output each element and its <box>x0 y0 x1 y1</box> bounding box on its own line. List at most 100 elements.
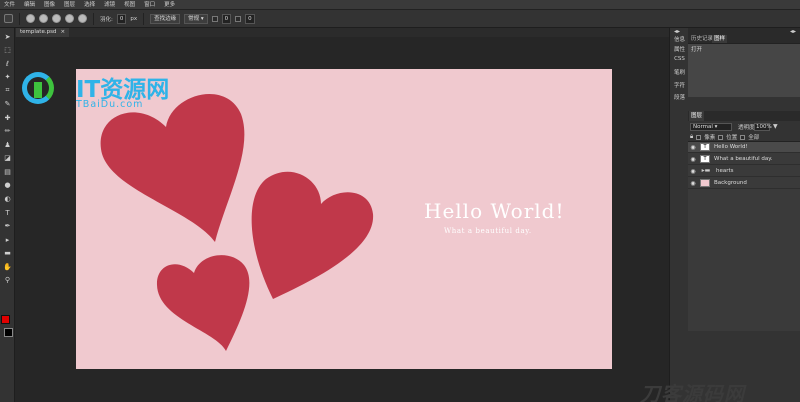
side-tab-brush[interactable]: 笔刷 <box>671 68 688 76</box>
eye-icon[interactable]: ◉ <box>688 168 698 175</box>
document-tab[interactable]: template.psd × <box>16 28 70 37</box>
lock-position-checkbox[interactable] <box>718 134 724 140</box>
width-checkbox[interactable] <box>211 15 218 22</box>
refine-edge-button[interactable]: 查找边缘 <box>150 13 181 24</box>
side-tab-info[interactable]: 信息 <box>671 35 688 43</box>
blend-mode-value: Normal <box>693 124 713 130</box>
history-list: 打开 <box>688 43 800 97</box>
width-input[interactable]: 0 <box>221 13 232 24</box>
blur-icon[interactable]: ● <box>3 180 12 189</box>
layer-name: Hello World! <box>714 144 748 150</box>
layers-panel-header: 图层 <box>688 111 800 121</box>
pen-tool-icon[interactable]: ✒ <box>3 221 12 230</box>
heart-small <box>156 255 250 351</box>
lock-all-checkbox[interactable] <box>740 134 746 140</box>
headline-text: Hello World! <box>424 199 565 223</box>
magic-wand-icon[interactable]: ✦ <box>3 72 12 81</box>
right-panels: ◂▸ 历史记录 图样 打开 图层 Normal ▾ 透明度: 100% ▼ 🔒︎… <box>688 28 800 402</box>
layer-name: Background <box>714 180 747 186</box>
layer-row[interactable]: ◉ T What a beautiful day. <box>688 154 800 165</box>
tab-swatches[interactable]: 图样 <box>712 35 728 43</box>
style-select[interactable]: 常规 ▾ <box>184 13 208 24</box>
type-tool-icon[interactable]: T <box>3 208 12 217</box>
hand-tool-icon[interactable]: ✋ <box>3 262 12 271</box>
dodge-icon[interactable]: ◐ <box>3 194 12 203</box>
new-selection-icon[interactable] <box>26 14 35 23</box>
clone-stamp-icon[interactable]: ♟ <box>3 140 12 149</box>
document-tab-title: template.psd <box>20 29 57 35</box>
eye-icon[interactable]: ◉ <box>688 156 698 163</box>
side-tab-properties[interactable]: 属性 <box>671 45 688 53</box>
brush-icon[interactable]: ✏ <box>3 126 12 135</box>
crop-icon[interactable]: ⌗ <box>3 86 12 95</box>
document-tab-bar: template.psd × <box>15 28 669 37</box>
expand-arrows-icon[interactable]: ◂▸ <box>674 28 680 35</box>
menu-filter[interactable]: 滤镜 <box>104 0 115 10</box>
layer-thumbnail: T <box>700 143 710 151</box>
layer-name: hearts <box>716 168 734 174</box>
layer-row[interactable]: ◉ Background <box>688 178 800 189</box>
eye-icon[interactable]: ◉ <box>688 180 698 187</box>
style-select-value: 常规 <box>188 15 200 22</box>
eraser-icon[interactable]: ◪ <box>3 153 12 162</box>
lock-icon: 🔒︎ <box>690 133 694 140</box>
menu-edit[interactable]: 编辑 <box>24 0 35 10</box>
path-select-icon[interactable]: ▸ <box>3 235 12 244</box>
close-icon[interactable]: × <box>60 28 65 37</box>
side-tab-paragraph[interactable]: 段落 <box>671 93 688 101</box>
subtract-selection-icon[interactable] <box>52 14 61 23</box>
layer-thumbnail: T <box>700 155 710 163</box>
divider <box>143 12 145 25</box>
menu-window[interactable]: 窗口 <box>144 0 155 10</box>
background-color-swatch[interactable] <box>4 328 13 337</box>
menu-image[interactable]: 图像 <box>44 0 55 10</box>
height-input[interactable]: 0 <box>245 13 255 24</box>
side-tab-css[interactable]: CSS <box>671 56 688 62</box>
opacity-input[interactable]: 100% <box>754 123 772 131</box>
side-tab-character[interactable]: 字符 <box>671 81 688 89</box>
shape-tool-icon[interactable]: ▬ <box>3 248 12 257</box>
height-checkbox[interactable] <box>235 15 242 22</box>
logo-site: TBaiDu.com <box>76 99 144 110</box>
tab-layers[interactable]: 图层 <box>689 111 705 121</box>
lock-row: 🔒︎ 像素 位置 全部 <box>690 133 759 141</box>
menu-select[interactable]: 选择 <box>84 0 95 10</box>
lasso-icon[interactable]: ℓ <box>3 59 12 68</box>
exclude-selection-icon[interactable] <box>78 14 87 23</box>
menu-view[interactable]: 视图 <box>124 0 135 10</box>
subline-text: What a beautiful day. <box>444 227 532 235</box>
layer-row[interactable]: ◉ ▸▬ hearts <box>688 166 800 177</box>
opacity-dropdown-icon[interactable]: ▼ <box>773 123 778 130</box>
menu-more[interactable]: 更多 <box>164 0 175 10</box>
lock-all-label: 全部 <box>748 135 760 141</box>
menu-bar: 文件 编辑 图像 图层 选择 滤镜 视图 窗口 更多 <box>0 0 800 10</box>
intersect-selection-icon[interactable] <box>65 14 74 23</box>
lock-pixels-checkbox[interactable] <box>696 134 702 140</box>
zoom-tool-icon[interactable]: ⚲ <box>3 275 12 284</box>
gradient-icon[interactable]: ▤ <box>3 167 12 176</box>
layers-list: ◉ T Hello World! ◉ T What a beautiful da… <box>688 141 800 331</box>
watermark-text: 刀客源码网 <box>640 382 745 402</box>
menu-file[interactable]: 文件 <box>4 0 15 10</box>
lock-pixels-label: 像素 <box>704 135 716 141</box>
history-item-open[interactable]: 打开 <box>691 45 702 53</box>
lock-position-label: 位置 <box>726 135 738 141</box>
move-tool-icon[interactable]: ➤ <box>3 32 12 41</box>
layer-controls: Normal ▾ 透明度: 100% ▼ 🔒︎ 像素 位置 全部 <box>688 121 800 141</box>
history-tabs: 历史记录 图样 <box>688 35 800 43</box>
healing-icon[interactable]: ✚ <box>3 113 12 122</box>
eye-icon[interactable]: ◉ <box>688 144 698 151</box>
foreground-color-swatch[interactable] <box>1 315 10 324</box>
marquee-tool-icon[interactable] <box>4 14 13 23</box>
marquee-icon[interactable]: ⬚ <box>3 45 12 54</box>
collapse-icon[interactable]: ◂▸ <box>790 28 796 35</box>
layer-thumbnail <box>700 179 710 187</box>
eyedropper-icon[interactable]: ✎ <box>3 99 12 108</box>
menu-layer[interactable]: 图层 <box>64 0 75 10</box>
toolbox: ➤ ⬚ ℓ ✦ ⌗ ✎ ✚ ✏ ♟ ◪ ▤ ● ◐ T ✒ ▸ ▬ ✋ ⚲ <box>0 28 15 402</box>
blend-mode-select[interactable]: Normal ▾ <box>690 123 732 131</box>
layer-row[interactable]: ◉ T Hello World! <box>688 142 800 153</box>
add-selection-icon[interactable] <box>39 14 48 23</box>
options-bar: 羽化: 0 px 查找边缘 常规 ▾ 0 0 <box>0 10 800 28</box>
feather-input[interactable]: 0 <box>116 13 127 24</box>
